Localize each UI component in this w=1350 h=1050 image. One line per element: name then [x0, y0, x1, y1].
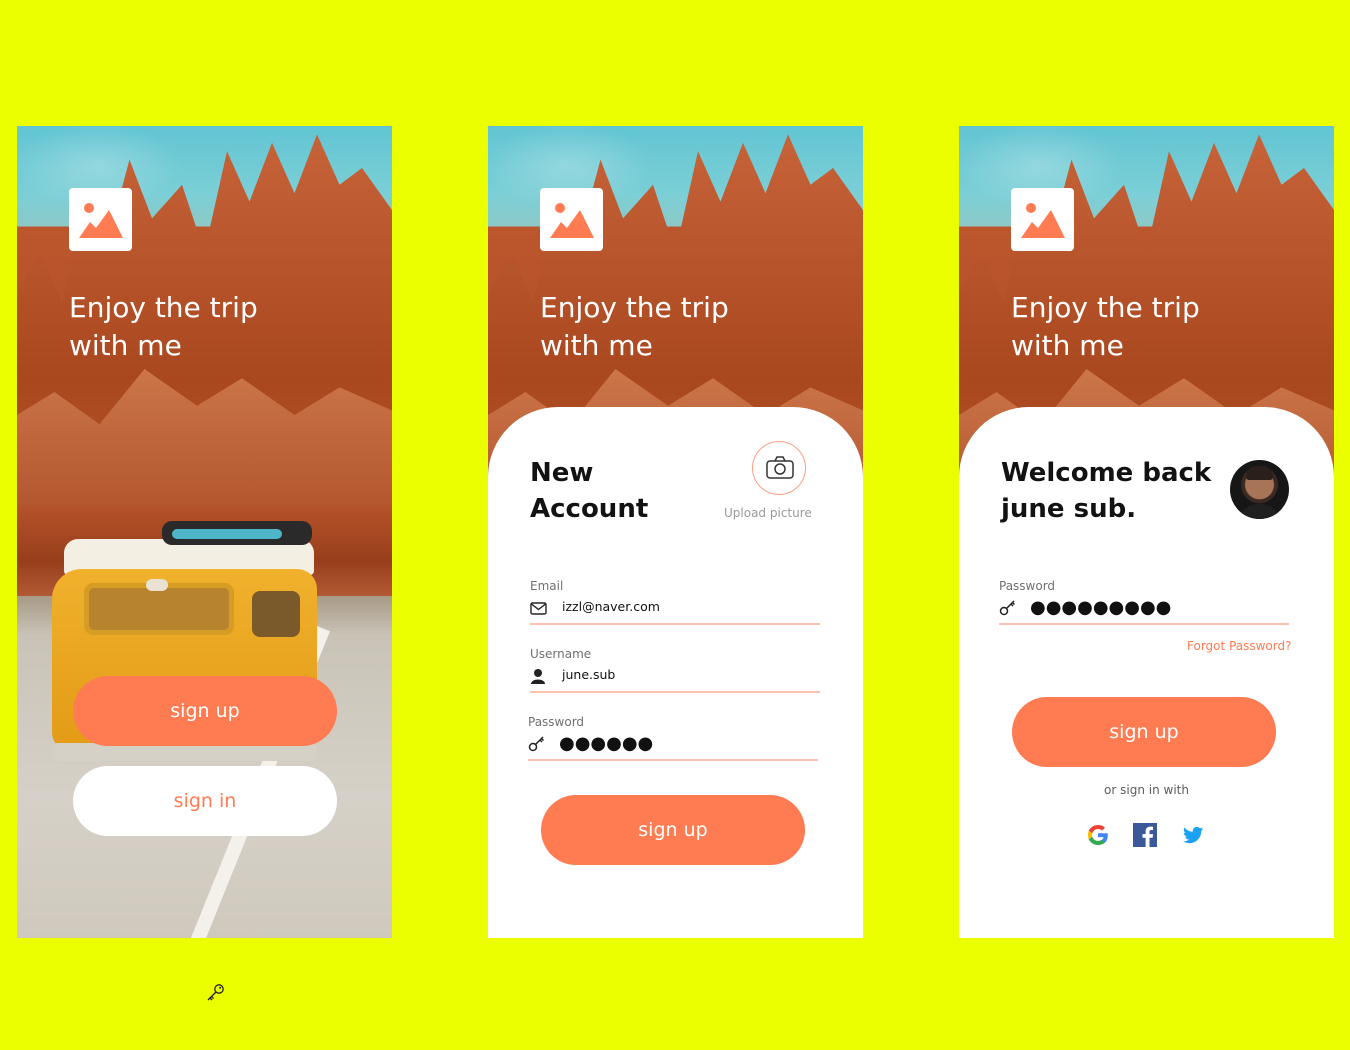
- password-value[interactable]: ●●●●●●: [559, 731, 653, 757]
- forgot-password-link[interactable]: Forgot Password?: [1187, 639, 1291, 653]
- key-icon: [528, 736, 545, 752]
- page-title: New Account: [530, 455, 648, 527]
- google-icon[interactable]: [1086, 823, 1110, 847]
- mail-icon: [530, 602, 547, 615]
- hero-title-line2: with me: [69, 329, 182, 362]
- key-icon: [207, 984, 224, 1001]
- form-sheet: Welcome back june sub. Password ●●●●●●●●…: [959, 407, 1334, 938]
- page-title-line2: june sub.: [1001, 494, 1137, 524]
- user-icon: [531, 669, 545, 684]
- hero-title: Enjoy the trip with me: [540, 289, 790, 365]
- hero-title-line1: Enjoy the trip: [69, 291, 258, 324]
- email-value[interactable]: izzl@naver.com: [562, 599, 660, 614]
- screen-new-account: Enjoy the trip with me New Account Uploa…: [488, 126, 863, 938]
- upload-picture-label: Upload picture: [724, 506, 812, 520]
- upload-picture-button[interactable]: [752, 441, 806, 495]
- page-title-line2: Account: [530, 494, 649, 524]
- app-logo-icon: [540, 188, 603, 251]
- hero-title-line2: with me: [1011, 329, 1124, 362]
- password-value[interactable]: ●●●●●●●●●: [1030, 595, 1171, 621]
- screen-welcome: Enjoy the trip with me sign up sign in: [17, 126, 392, 938]
- facebook-icon[interactable]: [1133, 823, 1157, 847]
- sign-up-button[interactable]: sign up: [73, 676, 337, 746]
- email-label: Email: [530, 579, 564, 593]
- avatar[interactable]: [1230, 460, 1289, 519]
- username-label: Username: [530, 647, 592, 661]
- page-title-line1: Welcome back: [1001, 458, 1212, 488]
- form-sheet: New Account Upload picture Email izzl@na…: [488, 407, 863, 938]
- or-sign-in-label: or sign in with: [1104, 783, 1189, 797]
- app-logo-icon: [69, 188, 132, 251]
- page-title: Welcome back june sub.: [1001, 455, 1211, 527]
- app-logo-icon: [1011, 188, 1074, 251]
- hero-title-line2: with me: [540, 329, 653, 362]
- key-icon: [999, 600, 1016, 616]
- hero-title-line1: Enjoy the trip: [540, 291, 729, 324]
- screen-sign-in: Enjoy the trip with me Welcome back june…: [959, 126, 1334, 938]
- twitter-icon[interactable]: [1181, 823, 1205, 847]
- page-title-line1: New: [530, 458, 594, 488]
- hero-title: Enjoy the trip with me: [69, 289, 319, 365]
- hero-title-line1: Enjoy the trip: [1011, 291, 1200, 324]
- sign-up-button[interactable]: sign up: [541, 795, 805, 865]
- password-label: Password: [528, 715, 585, 729]
- sign-up-button[interactable]: sign up: [1012, 697, 1276, 767]
- username-value[interactable]: june.sub: [562, 667, 615, 682]
- password-label: Password: [999, 579, 1056, 593]
- hero-title: Enjoy the trip with me: [1011, 289, 1261, 365]
- sign-in-button[interactable]: sign in: [73, 766, 337, 836]
